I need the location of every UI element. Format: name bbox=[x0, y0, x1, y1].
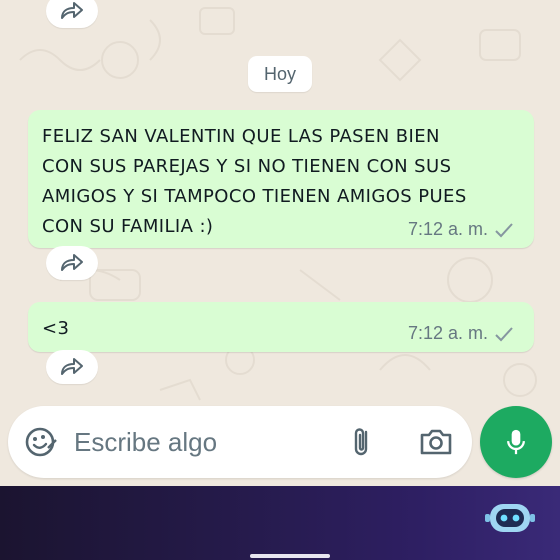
message-composer bbox=[8, 406, 472, 478]
assistant-bot-icon[interactable] bbox=[484, 498, 536, 536]
message-time: 7:12 a. m. bbox=[407, 219, 488, 239]
check-icon bbox=[495, 222, 513, 237]
home-indicator[interactable] bbox=[250, 554, 330, 558]
message-bubble[interactable]: <3 7:12 a. m. bbox=[28, 302, 534, 352]
system-navigation-bar bbox=[0, 486, 560, 560]
forward-icon bbox=[61, 358, 83, 375]
message-bubble[interactable]: FELIZ SAN VALENTIN QUE LAS PASEN BIEN CO… bbox=[28, 110, 534, 248]
message-time: 7:12 a. m. bbox=[407, 323, 488, 343]
chat-screen: Hoy FELIZ SAN VALENTIN QUE LAS PASEN BIE… bbox=[0, 0, 560, 560]
forward-button[interactable] bbox=[46, 350, 98, 384]
paperclip-icon[interactable] bbox=[344, 424, 380, 460]
forward-button[interactable] bbox=[46, 0, 98, 28]
microphone-icon bbox=[507, 429, 525, 455]
forward-button[interactable] bbox=[46, 246, 98, 280]
microphone-button[interactable] bbox=[480, 406, 552, 478]
message-input[interactable] bbox=[74, 422, 334, 462]
message-meta: 7:12 a. m. bbox=[408, 219, 514, 240]
forward-icon bbox=[61, 2, 83, 19]
forward-icon bbox=[61, 254, 83, 271]
check-icon bbox=[495, 326, 513, 341]
date-chip: Hoy bbox=[248, 56, 312, 92]
camera-icon[interactable] bbox=[416, 424, 456, 460]
message-meta: 7:12 a. m. bbox=[408, 323, 514, 344]
emoji-icon[interactable] bbox=[24, 424, 60, 460]
